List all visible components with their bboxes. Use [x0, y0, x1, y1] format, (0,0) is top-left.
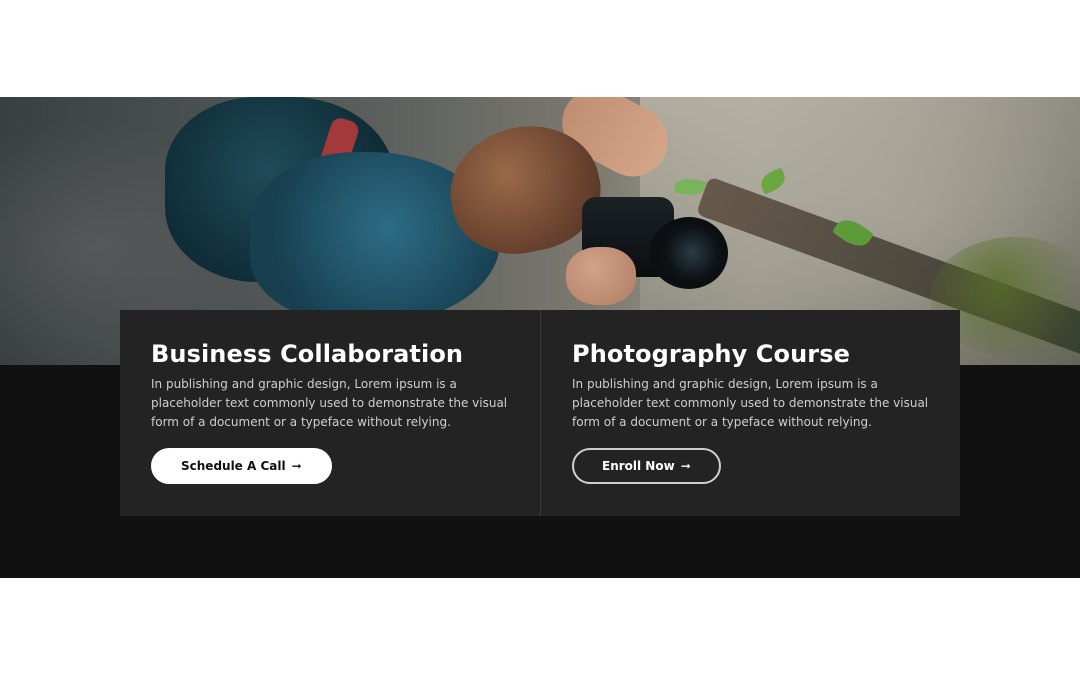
- enroll-now-button[interactable]: Enroll Now ➞: [572, 448, 721, 484]
- card-business-collaboration: Business Collaboration In publishing and…: [120, 310, 540, 516]
- button-label: Schedule A Call: [181, 459, 286, 473]
- cards-row: Business Collaboration In publishing and…: [120, 310, 960, 516]
- card-title: Business Collaboration: [151, 340, 464, 368]
- top-whitespace: [0, 0, 1080, 97]
- button-label: Enroll Now: [602, 459, 675, 473]
- bottom-whitespace: [0, 578, 1080, 675]
- card-description: In publishing and graphic design, Lorem …: [151, 377, 508, 429]
- services-section: Business Collaboration In publishing and…: [0, 97, 1080, 578]
- arrow-right-icon: ➞: [291, 459, 302, 473]
- card-photography-course: Photography Course In publishing and gra…: [540, 310, 960, 516]
- photo-camera-lens: [650, 217, 728, 289]
- card-title: Photography Course: [572, 340, 850, 368]
- schedule-a-call-button[interactable]: Schedule A Call ➞: [151, 448, 332, 484]
- card-description: In publishing and graphic design, Lorem …: [572, 377, 929, 429]
- arrow-right-icon: ➞: [680, 459, 691, 473]
- photo-hand: [566, 247, 636, 305]
